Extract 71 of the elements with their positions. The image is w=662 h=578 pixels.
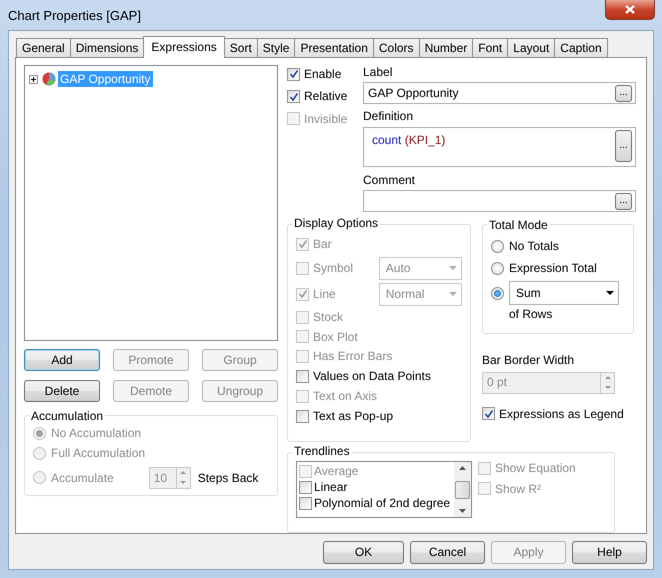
radio-button[interactable] bbox=[491, 286, 504, 300]
radio-button[interactable] bbox=[491, 262, 504, 275]
checkbox[interactable] bbox=[482, 407, 495, 420]
group-title: Display Options bbox=[292, 216, 380, 230]
button[interactable]: OK bbox=[323, 541, 404, 564]
tab[interactable]: Number bbox=[418, 38, 474, 57]
window-title: Chart Properties [GAP] bbox=[8, 8, 141, 24]
ellipsis-button[interactable]: ... bbox=[615, 130, 632, 162]
ellipsis-button[interactable]: ... bbox=[615, 192, 632, 210]
checkbox[interactable] bbox=[287, 68, 300, 81]
button[interactable]: Delete bbox=[24, 380, 100, 402]
dropdown-value: Sum bbox=[516, 286, 541, 300]
field-value: 0 pt bbox=[487, 375, 508, 390]
dropdown-arrow-icon bbox=[449, 266, 457, 270]
dropdown-arrow-icon bbox=[606, 291, 614, 296]
checkbox[interactable] bbox=[299, 480, 312, 494]
definition-field[interactable]: count (KPI_1) ... bbox=[363, 126, 636, 167]
close-icon bbox=[625, 5, 635, 14]
tab[interactable]: Presentation bbox=[294, 38, 374, 57]
tab[interactable]: Sort bbox=[224, 38, 258, 57]
checkbox-label[interactable]: Linear bbox=[314, 480, 348, 494]
dropdown[interactable]: Sum bbox=[509, 281, 619, 306]
checkbox-label[interactable]: Expressions as Legend bbox=[499, 406, 624, 421]
field-value: 10 bbox=[154, 470, 168, 485]
dropdown-value: Auto bbox=[386, 260, 410, 276]
checkbox-label[interactable]: Text as Pop-up bbox=[313, 408, 394, 424]
button[interactable]: Cancel bbox=[410, 541, 485, 564]
tab[interactable]: Colors bbox=[372, 38, 420, 57]
tab[interactable]: Layout bbox=[507, 38, 556, 57]
pie-chart-icon bbox=[42, 72, 56, 86]
expression-text: count (KPI_1) bbox=[371, 132, 446, 149]
field-value: GAP Opportunity bbox=[368, 86, 460, 101]
checkbox[interactable] bbox=[296, 410, 309, 423]
group-title: Accumulation bbox=[29, 409, 106, 423]
tab[interactable]: Expressions bbox=[143, 36, 225, 58]
steps-label: Steps Back bbox=[198, 470, 258, 485]
field-label: Definition bbox=[363, 109, 414, 124]
close-button[interactable] bbox=[605, 0, 655, 20]
suffix-label: of Rows bbox=[509, 307, 554, 322]
button[interactable]: Help bbox=[572, 541, 647, 564]
tab[interactable]: Dimensions bbox=[70, 38, 144, 57]
checkbox[interactable] bbox=[287, 90, 300, 104]
label-field[interactable]: GAP Opportunity ... bbox=[363, 82, 636, 104]
dropdown-arrow-icon bbox=[449, 292, 457, 296]
group-title: Trendlines bbox=[292, 444, 352, 458]
scroll-up-icon bbox=[459, 466, 466, 470]
checkbox[interactable] bbox=[299, 496, 312, 510]
checkbox-label[interactable]: Enable bbox=[304, 67, 342, 82]
field-label: Comment bbox=[363, 172, 416, 188]
radio-label[interactable]: No Totals bbox=[509, 238, 559, 254]
checkbox[interactable] bbox=[296, 370, 309, 383]
field-label: Bar Border Width bbox=[482, 353, 576, 368]
radio-button[interactable] bbox=[491, 240, 504, 253]
tab[interactable]: General bbox=[16, 38, 71, 57]
scrollbar-thumb[interactable] bbox=[455, 480, 470, 499]
scrollbar[interactable] bbox=[454, 462, 471, 518]
comment-field[interactable]: ... bbox=[363, 190, 636, 212]
radio-label[interactable]: Expression Total bbox=[509, 260, 597, 276]
group-title: Total Mode bbox=[487, 218, 550, 232]
checkbox-label[interactable]: Polynomial of 2nd degree bbox=[314, 496, 450, 510]
tab[interactable]: Style bbox=[256, 38, 296, 57]
ellipsis-button[interactable]: ... bbox=[615, 84, 632, 102]
field-label: Label bbox=[363, 65, 394, 80]
scroll-down-icon bbox=[459, 509, 466, 514]
tab[interactable]: Caption bbox=[554, 38, 608, 57]
expand-icon[interactable] bbox=[29, 74, 38, 84]
button[interactable]: Add bbox=[24, 349, 100, 371]
tab[interactable]: Font bbox=[472, 38, 508, 57]
checkbox-label[interactable]: Relative bbox=[304, 89, 348, 104]
checkbox-label[interactable]: Values on Data Points bbox=[313, 369, 431, 384]
dropdown-value: Normal bbox=[386, 286, 424, 302]
